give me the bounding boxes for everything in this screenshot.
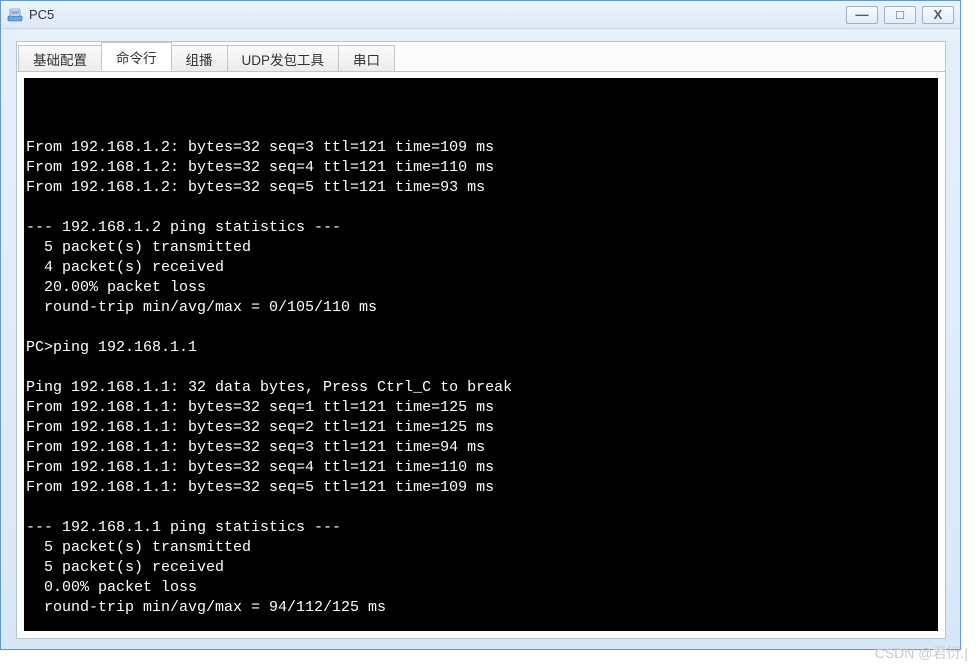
terminal-line: 5 packet(s) transmitted	[26, 538, 936, 558]
window-title: PC5	[29, 7, 846, 22]
tab-basic-config[interactable]: 基础配置	[18, 45, 102, 71]
terminal-line: 5 packet(s) received	[26, 558, 936, 578]
close-button[interactable]: X	[922, 6, 954, 24]
tab-serial[interactable]: 串口	[338, 45, 395, 71]
titlebar: PC5 — □ X	[1, 1, 960, 29]
terminal-line: 0.00% packet loss	[26, 578, 936, 598]
terminal-line: round-trip min/avg/max = 94/112/125 ms	[26, 598, 936, 618]
terminal-line	[26, 358, 936, 378]
terminal-line: From 192.168.1.2: bytes=32 seq=3 ttl=121…	[26, 138, 936, 158]
terminal-line: round-trip min/avg/max = 0/105/110 ms	[26, 298, 936, 318]
app-window: PC5 — □ X 基础配置 命令行 组播 UDP发包工具 串口 From 19…	[0, 0, 961, 650]
terminal-line	[26, 498, 936, 518]
maximize-button[interactable]: □	[884, 6, 916, 24]
app-icon	[7, 7, 23, 23]
terminal-line: From 192.168.1.2: bytes=32 seq=5 ttl=121…	[26, 178, 936, 198]
client-area: 基础配置 命令行 组播 UDP发包工具 串口 From 192.168.1.2:…	[16, 41, 946, 639]
terminal-line: From 192.168.1.1: bytes=32 seq=5 ttl=121…	[26, 478, 936, 498]
terminal-line: 4 packet(s) received	[26, 258, 936, 278]
terminal-line: From 192.168.1.2: bytes=32 seq=4 ttl=121…	[26, 158, 936, 178]
terminal-line	[26, 318, 936, 338]
terminal-line: From 192.168.1.1: bytes=32 seq=3 ttl=121…	[26, 438, 936, 458]
tabs: 基础配置 命令行 组播 UDP发包工具 串口	[17, 42, 945, 72]
terminal-line: --- 192.168.1.1 ping statistics ---	[26, 518, 936, 538]
terminal-line: 5 packet(s) transmitted	[26, 238, 936, 258]
terminal-line	[26, 618, 936, 631]
terminal[interactable]: From 192.168.1.2: bytes=32 seq=3 ttl=121…	[24, 78, 938, 631]
terminal-line: From 192.168.1.1: bytes=32 seq=2 ttl=121…	[26, 418, 936, 438]
terminal-line: From 192.168.1.1: bytes=32 seq=4 ttl=121…	[26, 458, 936, 478]
window-controls: — □ X	[846, 6, 954, 24]
terminal-line	[26, 198, 936, 218]
terminal-line: --- 192.168.1.2 ping statistics ---	[26, 218, 936, 238]
tab-multicast[interactable]: 组播	[171, 45, 228, 71]
terminal-line: 20.00% packet loss	[26, 278, 936, 298]
tab-command-line[interactable]: 命令行	[101, 42, 172, 71]
tab-udp-tool[interactable]: UDP发包工具	[227, 45, 340, 71]
terminal-line: PC>ping 192.168.1.1	[26, 338, 936, 358]
terminal-line: Ping 192.168.1.1: 32 data bytes, Press C…	[26, 378, 936, 398]
watermark: CSDN @君衍.|	[875, 643, 968, 663]
minimize-button[interactable]: —	[846, 6, 878, 24]
terminal-line: From 192.168.1.1: bytes=32 seq=1 ttl=121…	[26, 398, 936, 418]
